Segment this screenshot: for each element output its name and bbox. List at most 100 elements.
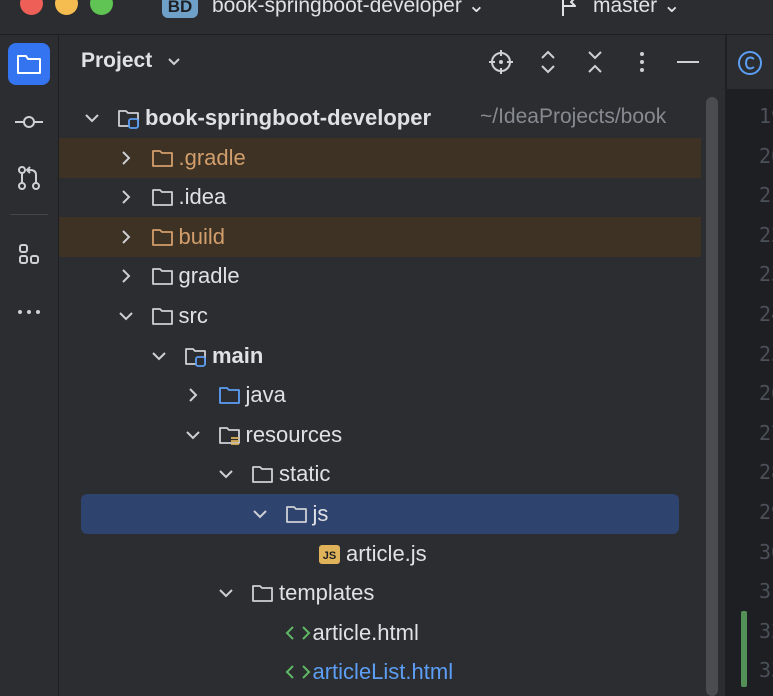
tree-row[interactable]: js xyxy=(81,494,679,534)
line-number: 31 xyxy=(759,579,773,604)
chevron-down-icon[interactable] xyxy=(118,308,134,324)
module-folder-icon xyxy=(117,106,141,130)
panel-title[interactable]: Project xyxy=(81,49,152,73)
chevron-right-icon[interactable] xyxy=(118,150,134,166)
chevron-right-icon[interactable] xyxy=(118,268,134,284)
tree-item-label: .gradle xyxy=(178,144,246,170)
chevron-down-icon xyxy=(219,589,233,598)
module-folder-icon xyxy=(118,110,139,129)
branch-switcher[interactable]: master ⌄ xyxy=(593,0,681,18)
project-tool-button[interactable] xyxy=(8,43,50,85)
tree-item-label: gradle xyxy=(178,263,240,289)
chevron-down-icon[interactable] xyxy=(151,348,167,364)
line-number: 20 xyxy=(759,143,773,168)
line-number: 30 xyxy=(759,539,773,564)
vcs-change-marker[interactable] xyxy=(741,611,747,687)
chevron-down-icon[interactable] xyxy=(167,57,181,67)
module-folder-icon xyxy=(185,347,206,367)
more-tool-windows-button[interactable] xyxy=(8,291,50,333)
folder-icon xyxy=(151,228,173,246)
structure-tool-button[interactable] xyxy=(8,233,50,275)
tree-row[interactable]: JS article.js xyxy=(59,534,701,574)
html-file-icon xyxy=(285,660,310,684)
tree-scrollbar[interactable] xyxy=(706,97,718,696)
folder-icon xyxy=(151,304,175,328)
tree-item-label: js xyxy=(312,501,329,526)
folder-icon xyxy=(151,225,175,249)
chevron-down-icon[interactable] xyxy=(185,427,201,443)
tree-row[interactable]: book-springboot-developer ~/IdeaProjects/… xyxy=(59,98,701,138)
chevron-right-icon[interactable] xyxy=(118,229,134,245)
branch-icon xyxy=(562,0,576,16)
line-number: 26 xyxy=(759,381,773,406)
tree-row[interactable]: src xyxy=(59,296,701,336)
zoom-window-button[interactable] xyxy=(90,0,113,15)
resources-folder-icon xyxy=(218,426,240,445)
tree-item-label: templates xyxy=(279,580,375,606)
chevron-down-icon[interactable] xyxy=(218,585,234,601)
tree-row[interactable]: java xyxy=(59,375,701,415)
tree-item-label: .idea xyxy=(178,184,227,210)
line-number: 33 xyxy=(759,658,773,683)
minimize-window-button[interactable] xyxy=(55,0,78,15)
js-file-icon: JS xyxy=(318,542,342,566)
chevron-right-icon[interactable] xyxy=(118,189,134,205)
chevron-down-icon[interactable] xyxy=(218,466,234,482)
tree-item-label: build xyxy=(178,223,225,249)
chevron-right-icon[interactable] xyxy=(185,387,201,403)
chevron-down-icon[interactable] xyxy=(252,506,268,522)
tree-row[interactable]: articleList.html xyxy=(59,652,701,692)
folder-icon xyxy=(151,264,175,288)
options-button[interactable] xyxy=(629,49,655,75)
tree-row[interactable]: gradle xyxy=(59,256,701,296)
html-file-icon xyxy=(285,621,310,645)
svg-text:JS: JS xyxy=(323,550,336,562)
line-number: 19 xyxy=(759,104,773,128)
tree-row[interactable]: resources xyxy=(59,415,701,455)
more-icon xyxy=(18,310,40,314)
chevron-right-icon xyxy=(121,269,130,284)
folder-icon xyxy=(151,308,173,325)
tree-item-label: book-springboot-developer xyxy=(145,105,431,130)
close-window-button[interactable] xyxy=(20,0,43,15)
pull-requests-icon xyxy=(18,166,40,190)
tree-item-label: article.html xyxy=(312,619,419,645)
folder-icon xyxy=(251,581,275,605)
tree-item-label: main xyxy=(212,342,264,368)
chevron-down-icon[interactable] xyxy=(84,110,100,126)
editor-tab[interactable] xyxy=(727,35,773,89)
tree-row[interactable]: .idea xyxy=(59,177,701,217)
tree-row[interactable]: article.html xyxy=(59,613,701,653)
tree-row[interactable]: .gradle xyxy=(59,137,701,178)
pull-requests-tool-button[interactable] xyxy=(8,157,50,199)
folder-icon xyxy=(151,185,175,209)
collapse-all-icon xyxy=(588,51,602,73)
tree-item-label: java xyxy=(245,382,286,408)
expand-all-button[interactable] xyxy=(535,49,561,75)
hide-panel-button[interactable] xyxy=(675,49,701,75)
chevron-right-icon xyxy=(188,388,197,402)
chevron-down-icon xyxy=(185,431,200,440)
line-number: 28 xyxy=(759,460,773,485)
line-number: 29 xyxy=(759,500,773,524)
project-badge[interactable]: BD xyxy=(162,0,198,18)
tree-row[interactable]: templates xyxy=(59,573,701,613)
tree-item-label: article.js xyxy=(346,540,427,566)
locate-button[interactable] xyxy=(488,49,514,75)
collapse-all-button[interactable] xyxy=(582,49,608,75)
line-number: 27 xyxy=(759,420,773,445)
project-switcher[interactable]: book-springboot-developer ⌄ xyxy=(212,0,485,18)
chevron-right-icon xyxy=(121,230,130,244)
tree-row[interactable]: static xyxy=(59,454,701,494)
resources-folder-icon xyxy=(218,423,242,447)
project-panel: Project book-springboot-developer ~/Idea… xyxy=(59,35,725,696)
tree-row[interactable]: main xyxy=(59,336,701,376)
tree-item-label: articleList.html xyxy=(312,659,454,685)
commit-tool-button[interactable] xyxy=(8,101,50,143)
tree-row[interactable]: build xyxy=(59,216,701,257)
folder-icon xyxy=(285,502,309,526)
tree-item-label: resources xyxy=(245,421,343,447)
commit-icon xyxy=(15,116,43,128)
line-number: 32 xyxy=(759,618,773,643)
chevron-right-icon xyxy=(121,190,130,204)
